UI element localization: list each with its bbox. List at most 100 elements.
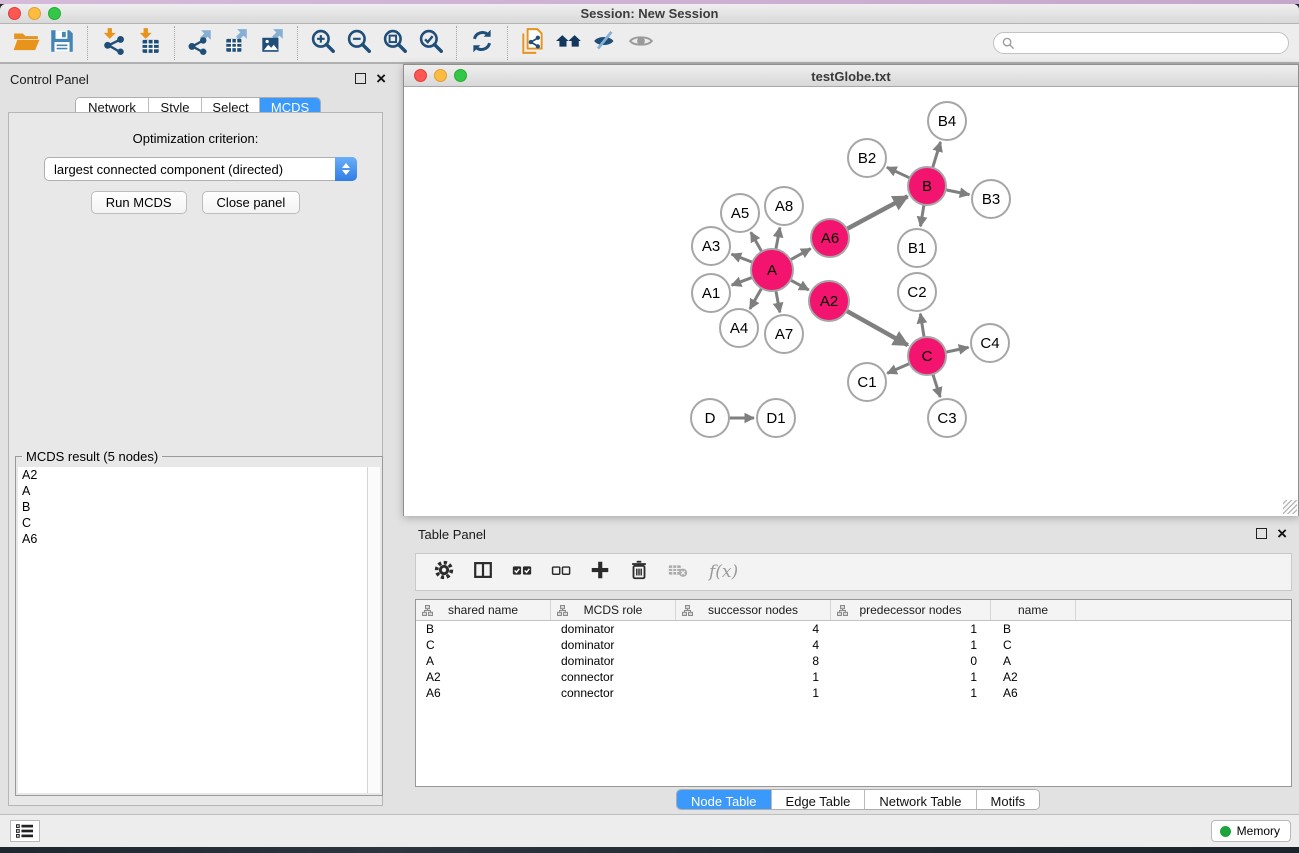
graph-node-D1[interactable]: D1	[756, 398, 796, 438]
import-network-button[interactable]	[95, 26, 131, 60]
delete-column-button[interactable]	[627, 560, 651, 584]
memory-button[interactable]: Memory	[1211, 820, 1291, 842]
delete-table-button[interactable]	[666, 560, 690, 584]
graphics-details-button[interactable]	[587, 26, 623, 60]
desktop-wallpaper-bottom	[0, 847, 1299, 853]
graph-edge-A-A4[interactable]	[750, 287, 763, 309]
table-row[interactable]: Bdominator41B	[416, 621, 1291, 637]
column-header-successor-nodes[interactable]: successor nodes	[676, 600, 831, 620]
graph-node-A1[interactable]: A1	[691, 273, 731, 313]
mcds-result-item[interactable]: A	[18, 483, 380, 499]
show-columns-button[interactable]	[471, 560, 495, 584]
tab-edge-table[interactable]: Edge Table	[772, 790, 866, 810]
graph-node-D[interactable]: D	[690, 398, 730, 438]
graph-node-C4[interactable]: C4	[970, 323, 1010, 363]
toolbar-search[interactable]	[993, 32, 1289, 54]
column-header-shared-name[interactable]: shared name	[416, 600, 551, 620]
table-row[interactable]: A2connector11A2	[416, 669, 1291, 685]
column-header-mcds-role[interactable]: MCDS role	[551, 600, 676, 620]
table-row[interactable]: Adominator80A	[416, 653, 1291, 669]
save-session-button[interactable]	[44, 26, 80, 60]
graph-node-A3[interactable]: A3	[691, 226, 731, 266]
graph-node-B[interactable]: B	[907, 166, 947, 206]
zoom-selected-button[interactable]	[413, 26, 449, 60]
result-scrollbar[interactable]	[367, 467, 380, 793]
task-history-button[interactable]	[10, 820, 40, 842]
graph-node-A8[interactable]: A8	[764, 186, 804, 226]
graph-edge-B-B3[interactable]	[944, 189, 970, 194]
graph-edge-A-A6[interactable]	[789, 249, 811, 261]
close-table-panel-icon[interactable]: ×	[1277, 528, 1287, 539]
network-window: testGlobe.txt B4B2BB3A8A5A6A3B1AA1C2A2A4…	[403, 64, 1299, 516]
column-header-filler	[1076, 600, 1291, 620]
graph-edge-B-B1[interactable]	[921, 203, 925, 227]
graph-edge-A-A2[interactable]	[789, 279, 809, 290]
graph-edge-C-C1[interactable]	[887, 363, 911, 374]
main-titlebar: Session: New Session	[0, 4, 1299, 24]
graph-node-C2[interactable]: C2	[897, 272, 937, 312]
clone-network-button[interactable]	[515, 26, 551, 60]
gear-icon	[433, 559, 455, 586]
graph-edge-A6-B[interactable]	[845, 196, 908, 230]
table-row[interactable]: A6connector11A6	[416, 685, 1291, 701]
close-panel-icon[interactable]: ×	[376, 73, 386, 84]
open-session-button[interactable]	[8, 26, 44, 60]
graph-node-B1[interactable]: B1	[897, 228, 937, 268]
export-network-button[interactable]	[182, 26, 218, 60]
graph-edge-A-A7[interactable]	[776, 289, 780, 313]
graph-node-B3[interactable]: B3	[971, 179, 1011, 219]
network-canvas[interactable]: B4 B2 B B3 A8A5 A6 A3 B1 A A1 C2 A2 A4A7 C4 C C1 C3 D D1	[404, 87, 1298, 516]
select-all-button[interactable]	[510, 560, 534, 584]
mcds-result-item[interactable]: B	[18, 499, 380, 515]
import-table-button[interactable]	[131, 26, 167, 60]
graph-node-A[interactable]: A	[750, 248, 794, 292]
graph-node-B2[interactable]: B2	[847, 138, 887, 178]
zoom-out-button[interactable]	[341, 26, 377, 60]
column-header-name[interactable]: name	[991, 600, 1076, 620]
graph-node-B4[interactable]: B4	[927, 101, 967, 141]
show-hide-button[interactable]	[623, 26, 659, 60]
export-table-button[interactable]	[218, 26, 254, 60]
graph-node-A6[interactable]: A6	[810, 218, 850, 258]
optimization-criterion-label: Optimization criterion:	[9, 131, 382, 146]
graph-node-C1[interactable]: C1	[847, 362, 887, 402]
float-panel-icon[interactable]	[355, 73, 366, 84]
zoom-in-button[interactable]	[305, 26, 341, 60]
graph-edge-B-B4[interactable]	[932, 142, 941, 170]
table-cell: 1	[831, 669, 991, 685]
mcds-result-item[interactable]: A6	[18, 531, 380, 547]
mcds-result-item[interactable]: A2	[18, 467, 380, 483]
tab-motifs[interactable]: Motifs	[977, 790, 1040, 810]
graph-node-C3[interactable]: C3	[927, 398, 967, 438]
graph-node-A7[interactable]: A7	[764, 314, 804, 354]
graph-node-C[interactable]: C	[907, 336, 947, 376]
tab-node-table[interactable]: Node Table	[677, 790, 772, 810]
apply-layout-button[interactable]	[464, 26, 500, 60]
criterion-select[interactable]: largest connected component (directed)	[44, 157, 357, 181]
graph-edge-C-C3[interactable]	[932, 372, 940, 397]
close-panel-button[interactable]: Close panel	[202, 191, 301, 214]
refresh-icon	[468, 27, 496, 60]
table-cell: A6	[991, 685, 1076, 701]
table-row[interactable]: Cdominator41C	[416, 637, 1291, 653]
deselect-all-button[interactable]	[549, 560, 573, 584]
run-mcds-button[interactable]: Run MCDS	[91, 191, 187, 214]
export-image-button[interactable]	[254, 26, 290, 60]
add-column-button[interactable]	[588, 560, 612, 584]
graph-node-A5[interactable]: A5	[720, 193, 760, 233]
graph-node-A4[interactable]: A4	[719, 308, 759, 348]
graph-edge-A2-C[interactable]	[845, 310, 908, 345]
mcds-result-item[interactable]: C	[18, 515, 380, 531]
tab-network-table[interactable]: Network Table	[865, 790, 976, 810]
function-builder-button[interactable]: f(x)	[705, 562, 738, 582]
columns-icon	[472, 559, 494, 586]
float-table-panel-icon[interactable]	[1256, 528, 1267, 539]
column-header-predecessor-nodes[interactable]: predecessor nodes	[831, 600, 991, 620]
graph-node-A2[interactable]: A2	[808, 280, 850, 322]
window-resize-grip[interactable]	[1283, 500, 1297, 514]
graph-edge-C-C4[interactable]	[944, 347, 969, 352]
column-settings-button[interactable]	[432, 560, 456, 584]
home-view-button[interactable]	[551, 26, 587, 60]
search-input[interactable]	[1020, 34, 1288, 52]
zoom-fit-button[interactable]	[377, 26, 413, 60]
